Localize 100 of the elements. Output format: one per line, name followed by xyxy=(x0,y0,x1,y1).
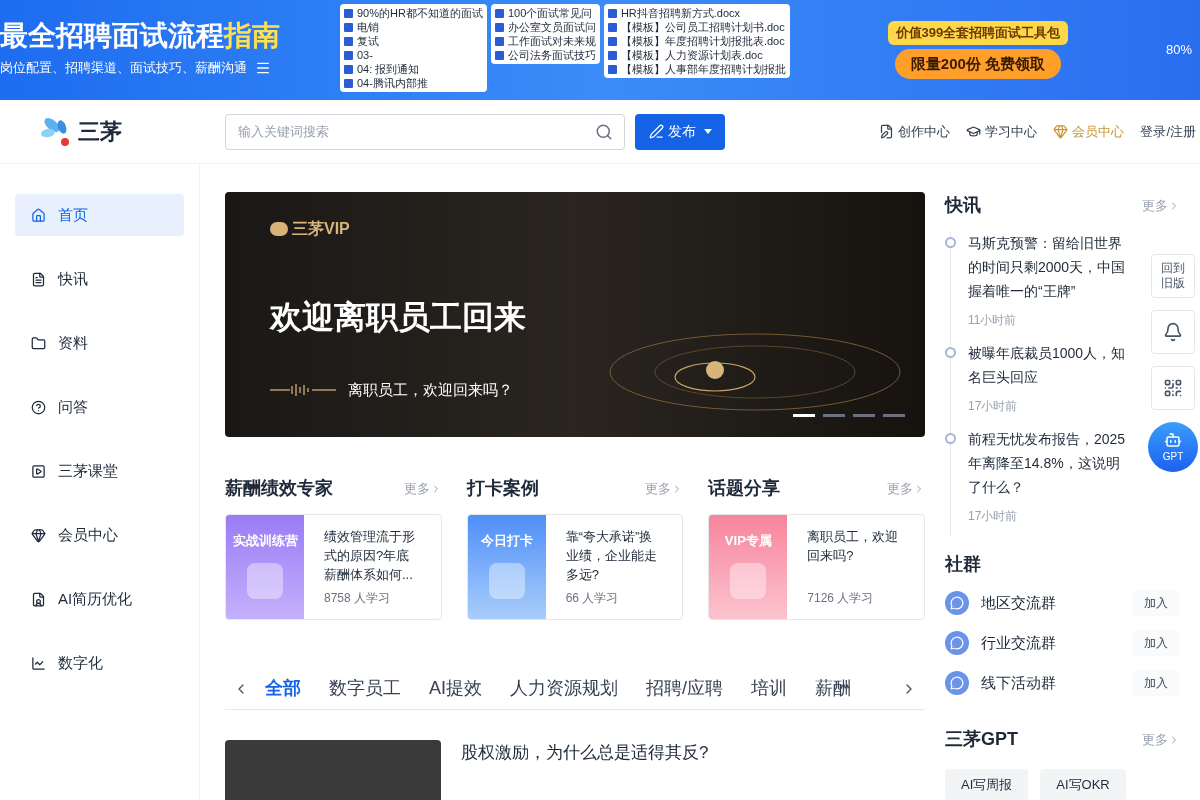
menu-icon xyxy=(255,60,271,76)
course-card[interactable]: 实战训练营 绩效管理流于形式的原因?年底薪酬体系如何... 8758 人学习 xyxy=(225,514,442,621)
document-name: HR抖音招聘新方式.docx xyxy=(620,6,741,20)
gpt-title: 三茅GPT xyxy=(945,728,1018,751)
document-name: 复试 xyxy=(357,34,379,48)
chat-icon xyxy=(945,631,969,655)
pen-icon xyxy=(648,124,664,139)
nav-icon xyxy=(31,335,46,351)
join-button[interactable]: 加入 xyxy=(1132,630,1180,656)
qr-code-button[interactable] xyxy=(1151,366,1195,410)
nav-icon xyxy=(31,207,46,223)
sidebar-item[interactable]: 会员中心 xyxy=(15,514,184,556)
course-thumbnail: VIP专属 xyxy=(709,515,788,620)
nav-icon xyxy=(31,399,46,415)
category-tab[interactable]: 培训 xyxy=(751,675,788,703)
promo-button[interactable]: 限量200份 免费领取 xyxy=(894,48,1062,79)
notification-button[interactable] xyxy=(1151,310,1195,354)
document-name: 04: 报到通知 xyxy=(357,62,420,76)
section-title: 话题分享 xyxy=(708,477,781,501)
course-title: 离职员工，欢迎回来吗? xyxy=(807,528,900,566)
category-tab[interactable]: 招聘/应聘 xyxy=(646,675,724,703)
header-link[interactable]: 创作中心 xyxy=(879,121,951,142)
article-title[interactable]: 股权激励，为什么总是适得其反? xyxy=(461,740,709,800)
group-name: 地区交流群 xyxy=(981,592,1057,613)
ad-banner[interactable] xyxy=(0,0,1200,100)
document-name: 04-腾讯内部推 xyxy=(357,76,428,90)
sidebar-item[interactable]: 数字化 xyxy=(15,642,184,684)
ad-subtitle: 岗位配置、招聘渠道、面试技巧、薪酬沟通 xyxy=(0,59,247,78)
qr-code-icon xyxy=(1163,378,1183,398)
nav-icon xyxy=(31,527,46,543)
sidebar-item[interactable]: 首页 xyxy=(15,194,184,236)
link-icon xyxy=(1053,124,1069,139)
document-name: 【模板】人力资源计划表.doc xyxy=(620,48,763,62)
publish-button[interactable]: 发布 xyxy=(635,113,725,150)
groups-title: 社群 xyxy=(945,553,982,576)
gpt-assistant-button[interactable]: GPT xyxy=(1148,422,1198,472)
course-card[interactable]: VIP专属 离职员工，欢迎回来吗? 7126 人学习 xyxy=(708,514,925,621)
join-button[interactable]: 加入 xyxy=(1132,670,1180,696)
site-logo[interactable]: 三茅 xyxy=(78,115,122,148)
document-name: 工作面试对未来规 xyxy=(507,34,596,48)
category-tab[interactable]: AI提效 xyxy=(429,675,482,703)
link-icon xyxy=(879,124,895,139)
document-name: 100个面试常见问 xyxy=(507,6,593,20)
document-name: 电销 xyxy=(357,20,379,34)
sidebar-item[interactable]: 问答 xyxy=(15,386,184,428)
ad-title: 最全招聘面试流程指南 xyxy=(0,22,281,51)
learner-count: 66 人学习 xyxy=(565,590,620,608)
section-title: 打卡案例 xyxy=(466,477,539,501)
robot-icon xyxy=(1164,430,1182,449)
gpt-prompt-button[interactable]: AI写OKR xyxy=(1040,769,1126,800)
group-name: 行业交流群 xyxy=(981,632,1057,653)
nav-icon xyxy=(31,655,46,671)
sound-wave-icon xyxy=(270,383,336,398)
news-time: 11小时前 xyxy=(968,312,1018,329)
bell-icon xyxy=(1163,322,1183,342)
nav-icon xyxy=(31,591,46,607)
join-button[interactable]: 加入 xyxy=(1132,590,1180,616)
news-title: 快讯 xyxy=(945,194,981,217)
category-tab[interactable]: 数字员工 xyxy=(329,675,401,703)
document-name: 办公室文员面试问 xyxy=(507,20,596,34)
search-field[interactable]: 输入关键词搜索 xyxy=(225,113,625,150)
learner-count: 8758 人学习 xyxy=(324,590,392,608)
vip-brand: 三茅VIP xyxy=(292,219,350,239)
hero-headline: 欢迎离职员工回来 xyxy=(270,298,526,337)
document-name: 90%的HR都不知道的面试 xyxy=(357,6,483,20)
news-headline[interactable]: 马斯克预警：留给旧世界的时间只剩2000天，中国握着唯一的“王牌” xyxy=(968,231,1128,303)
category-tab[interactable]: 人力资源规划 xyxy=(510,675,618,703)
learner-count: 7126 人学习 xyxy=(807,590,875,608)
sidebar-item[interactable]: AI简历优化 xyxy=(15,578,184,620)
document-name: 公司法务面试技巧 xyxy=(507,48,596,62)
search-icon[interactable] xyxy=(595,122,613,141)
sidebar-item[interactable]: 资料 xyxy=(15,322,184,364)
link-icon xyxy=(966,124,982,139)
caret-icon xyxy=(703,129,712,134)
sidebar-item[interactable]: 快讯 xyxy=(15,258,184,300)
news-headline[interactable]: 被曝年底裁员1000人，知名巨头回应 xyxy=(968,341,1128,389)
vip-logo-icon xyxy=(270,222,288,236)
sidebar-item[interactable]: 三茅课堂 xyxy=(15,450,184,492)
news-time: 17小时前 xyxy=(968,398,1019,415)
document-name: 【模板】年度招聘计划报批表.doc xyxy=(620,34,785,48)
course-title: 绩效管理流于形式的原因?年底薪酬体系如何... xyxy=(324,528,416,585)
category-tab[interactable]: 薪酬 xyxy=(815,675,852,703)
old-version-button[interactable]: 回到旧版 xyxy=(1151,254,1195,298)
group-name: 线下活动群 xyxy=(981,672,1057,693)
chat-icon xyxy=(945,591,969,615)
news-headline[interactable]: 前程无忧发布报告，2025年离降至14.8%，这说明了什么？ xyxy=(968,427,1128,499)
course-card[interactable]: 今日打卡 靠“夸大承诺”换业绩，企业能走多远? 66 人学习 xyxy=(466,514,684,621)
category-tab[interactable]: 全部 xyxy=(265,675,301,703)
gpt-prompt-button[interactable]: AI写周报 xyxy=(945,769,1029,800)
chat-icon xyxy=(945,671,969,695)
document-name: 03- xyxy=(357,48,373,62)
header-link[interactable]: 登录/注册 xyxy=(1140,121,1196,142)
promo-tag: 价值399全套招聘面试工具包 xyxy=(887,21,1069,45)
news-time: 17小时前 xyxy=(968,508,1019,525)
hero-banner[interactable]: 三茅VIP 欢迎离职员工回来 离职员工，欢迎回来吗？ xyxy=(225,192,925,438)
header-link[interactable]: 学习中心 xyxy=(966,121,1038,142)
nav-icon xyxy=(31,271,46,287)
section-title: 薪酬绩效专家 xyxy=(225,477,333,501)
course-thumbnail: 今日打卡 xyxy=(467,515,546,620)
document-name: 【模板】人事部年度招聘计划报批 xyxy=(620,62,786,76)
